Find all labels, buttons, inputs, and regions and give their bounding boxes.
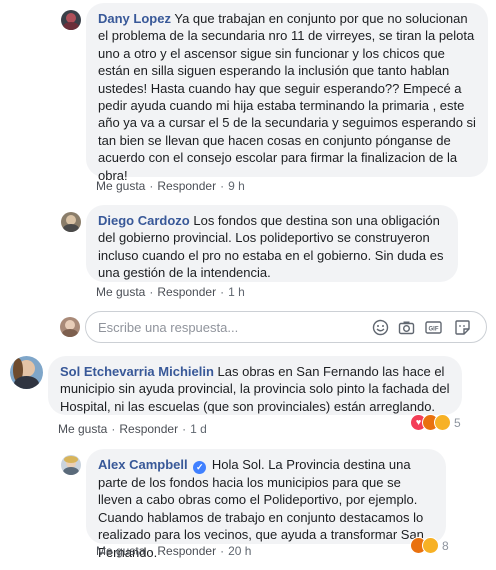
- reply-link[interactable]: Responder: [157, 285, 216, 299]
- reaction-summary[interactable]: 8: [410, 537, 449, 554]
- comment-author[interactable]: Dany Lopez: [98, 11, 171, 26]
- svg-text:GIF: GIF: [429, 327, 439, 333]
- timestamp[interactable]: 9 h: [228, 179, 245, 193]
- timestamp[interactable]: 1 d: [190, 422, 207, 436]
- comment-author[interactable]: Sol Etchevarria Michielin: [60, 364, 214, 379]
- verified-icon: ✓: [193, 461, 207, 474]
- reply-link[interactable]: Responder: [119, 422, 178, 436]
- comment-text: Ya que trabajan en conjunto por que no s…: [98, 11, 476, 183]
- like-link[interactable]: Me gusta: [96, 544, 145, 558]
- timestamp[interactable]: 20 h: [228, 544, 251, 558]
- reply-input[interactable]: Escribe una respuesta... GIF: [85, 311, 487, 343]
- reaction-count[interactable]: 8: [442, 539, 449, 553]
- haha-reaction-icon: [422, 537, 439, 554]
- avatar[interactable]: [61, 10, 81, 30]
- timestamp[interactable]: 1 h: [228, 285, 245, 299]
- avatar[interactable]: [61, 212, 81, 232]
- comment-bubble: Sol Etchevarria Michielin Las obras en S…: [48, 356, 462, 415]
- comment-author[interactable]: Diego Cardozo: [98, 213, 190, 228]
- like-link[interactable]: Me gusta: [96, 285, 145, 299]
- comment-author[interactable]: Alex Campbell: [98, 457, 188, 472]
- reply-link[interactable]: Responder: [157, 544, 216, 558]
- sticker-icon[interactable]: [454, 319, 471, 336]
- comment-bubble: Dany Lopez Ya que trabajan en conjunto p…: [86, 3, 488, 183]
- comment-bubble: Diego Cardozo Los fondos que destina son…: [86, 205, 458, 282]
- gif-icon[interactable]: GIF: [425, 319, 442, 336]
- current-user-avatar: [60, 317, 80, 337]
- reaction-count[interactable]: 5: [454, 416, 461, 430]
- avatar[interactable]: [61, 455, 81, 475]
- like-link[interactable]: Me gusta: [96, 179, 145, 193]
- reply-link[interactable]: Responder: [157, 179, 216, 193]
- comment-actions: Me gusta · Responder · 20 h: [96, 544, 252, 558]
- reaction-summary[interactable]: ♥ 5: [410, 414, 461, 431]
- reply-placeholder: Escribe una respuesta...: [98, 320, 239, 335]
- comment-actions: Me gusta · Responder · 1 d: [58, 422, 207, 436]
- comment-actions: Me gusta · Responder · 9 h: [96, 179, 245, 193]
- comment-actions: Me gusta · Responder · 1 h: [96, 285, 245, 299]
- sad-reaction-icon: [434, 414, 451, 431]
- comment-bubble: Alex Campbell ✓ Hola Sol. La Provincia d…: [86, 449, 446, 560]
- camera-icon[interactable]: [398, 319, 415, 336]
- avatar[interactable]: [10, 356, 43, 389]
- like-link[interactable]: Me gusta: [58, 422, 107, 436]
- emoji-icon[interactable]: [372, 319, 389, 336]
